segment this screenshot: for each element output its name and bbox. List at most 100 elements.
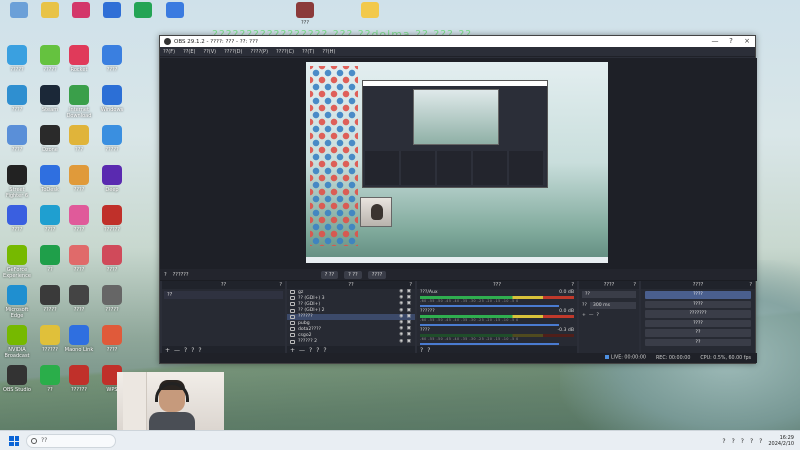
virtual-camera-button[interactable]: ??????? [645,310,751,318]
app-icon [40,165,60,185]
start-recording-button[interactable]: ???? [645,300,751,308]
source-name: ?? (GDI+) 3 [298,295,325,301]
taskbar: ?? ? ? ? ? ? 16:29 2024/2/10 [0,430,800,450]
add-transition-button[interactable]: + [582,313,586,318]
volume-slider[interactable] [420,343,559,345]
taskbar-search[interactable]: ?? [26,434,116,448]
settings-button[interactable]: ?? [645,329,751,337]
source-type-icon [290,321,295,326]
desktop-icon[interactable]: ???? [62,285,96,313]
visibility-lock-icon[interactable]: ◉ ▣ [399,320,412,325]
top-desktop-icon[interactable]: ??? [290,2,320,26]
microphone-icon[interactable]: ? [732,438,735,445]
tray-overflow-icon[interactable]: ? [722,438,725,445]
desktop-icon[interactable]: ????? [95,285,129,313]
source-type-icon [290,290,295,295]
desktop-icon[interactable]: OBS Studio [0,365,34,393]
track-db: -0.3 dB [557,328,575,333]
clock[interactable]: 16:29 2024/2/10 [768,435,794,447]
desktop-icon-label: Microsoft Edge [5,307,29,319]
source-item[interactable]: ?????? 2 ◉ ▣ [287,339,415,345]
app-icon [7,45,27,65]
desktop-icon[interactable]: ???? [95,45,129,73]
desktop-icon[interactable]: ???? [95,245,129,273]
desktop-icon[interactable]: ?????? [62,365,96,393]
app-icon [69,125,89,145]
menu-profile[interactable]: ????(P) [250,49,268,55]
transition-menu-icon[interactable]: ? [596,313,598,318]
source-name: ?? (GDI+) [298,301,321,307]
desktop-icon[interactable]: ???? [95,325,129,353]
visibility-lock-icon[interactable]: ◉ ▣ [399,301,412,306]
menu-scene-collection[interactable]: ????(C) [276,49,294,55]
remove-transition-button[interactable]: — [589,313,594,318]
maximize-button[interactable]: ? [723,36,739,47]
desktop-icon[interactable]: ???? [0,125,34,153]
network-icon[interactable]: ? [750,438,753,445]
desktop-icon[interactable]: GeForce Experience [0,245,34,279]
visibility-lock-icon[interactable]: ◉ ▣ [399,339,412,344]
menu-tools[interactable]: ??(T) [302,49,314,55]
desktop-icon[interactable]: ????? [95,125,129,153]
desktop-icon[interactable]: ???? [62,165,96,193]
desktop-icon[interactable]: Rocket [62,45,96,73]
duration-label: ?? [582,303,587,308]
app-icon [69,45,89,65]
desktop-icon-label: ?????? [71,387,87,393]
visibility-lock-icon[interactable]: ◉ ▣ [399,289,412,294]
desktop-icon[interactable]: Internet Download [62,85,96,119]
preview-canvas[interactable] [306,62,608,263]
minimize-button[interactable]: — [707,36,723,47]
scene-item[interactable]: ?? [164,291,283,299]
desktop-icon[interactable]: Street Fighter 6 [0,165,34,199]
source-settings-button[interactable]: ? ?? [320,270,339,279]
mixer-track: ???? -0.3 dB -60 -55 -50 -45 -40 -35 -30 -… [417,327,577,346]
desktop-icon[interactable]: ?????? [95,205,129,233]
desktop-icon[interactable]: NVIDIA Broadcast [0,325,34,359]
app-icon [7,245,27,265]
app-icon [69,165,89,185]
obs-window[interactable]: OBS 29.1.2 - ????: ??? - ??: ??? — ? × ?… [159,35,757,364]
desktop-icon-label: ???? [11,147,23,153]
app-icon [69,365,89,385]
volume-icon[interactable]: ? [759,438,762,445]
menu-view[interactable]: ??(V) [203,49,216,55]
menu-help[interactable]: ??(H) [322,49,335,55]
top-desktop-icon[interactable] [355,2,385,20]
duration-input[interactable]: 300 ms [589,302,636,309]
source-type-icon [290,339,295,344]
meter-scale: -60 -55 -50 -45 -40 -35 -30 -25 -20 -15 … [420,337,519,341]
exit-button[interactable]: ?? [645,338,751,346]
menu-file[interactable]: ??(F) [163,49,175,55]
desktop-icon[interactable]: ???? [0,205,34,233]
desktop-icon[interactable]: ???? [0,85,34,113]
desktop-icon[interactable]: Deep [95,165,129,193]
stop-stream-button[interactable]: ???? [645,291,751,299]
visibility-lock-icon[interactable]: ◉ ▣ [399,332,412,337]
menu-edit[interactable]: ??(E) [183,49,195,55]
visibility-lock-icon[interactable]: ◉ ▣ [399,308,412,313]
source-type-icon [290,314,295,319]
close-button[interactable]: × [739,36,755,47]
source-filters-button[interactable]: ? ?? [344,270,362,279]
desktop-icon[interactable]: Maono Link [62,325,96,353]
desktop-icon[interactable]: ???? [62,245,96,273]
start-button[interactable] [9,436,19,446]
obs-title-bar[interactable]: OBS 29.1.2 - ????: ??? - ??: ??? — ? × [160,36,755,47]
visibility-lock-icon[interactable]: ◉ ▣ [399,295,412,300]
volume-slider[interactable] [420,305,559,307]
visibility-lock-icon[interactable]: ◉ ▣ [399,314,412,319]
visibility-lock-icon[interactable]: ◉ ▣ [399,326,412,331]
studio-mode-button[interactable]: ???? [645,319,751,327]
volume-slider[interactable] [420,324,559,326]
webcam-overlay [117,372,224,430]
desktop-icon[interactable]: ??? [62,125,96,153]
desktop-icon[interactable]: Microsoft Edge [0,285,34,319]
ime-indicator[interactable]: ? [741,438,744,445]
desktop-icon[interactable]: Windows [95,85,129,113]
desktop-icon[interactable]: ????? [0,45,34,73]
deactivate-button[interactable]: ???? [367,270,387,279]
desktop-icon[interactable]: ???? [62,205,96,233]
menu-docks[interactable]: ????(D) [224,49,242,55]
transition-type-select[interactable]: ?? [582,291,636,298]
